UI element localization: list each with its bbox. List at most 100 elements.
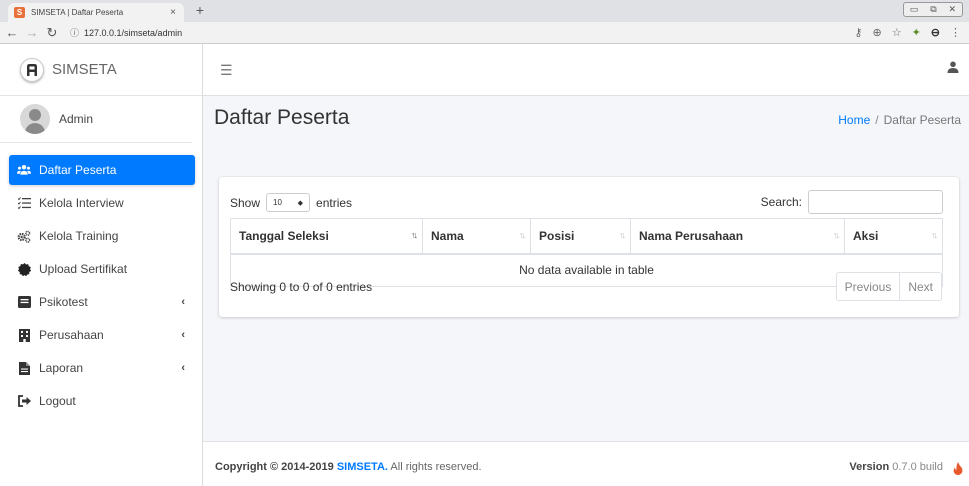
sort-icon: ↑↓ [931, 230, 938, 240]
search-label: Search: [760, 195, 802, 209]
users-icon [17, 163, 31, 177]
reload-icon[interactable]: ↻ [44, 25, 60, 41]
column-header-nama[interactable]: Nama ↑↓ [422, 218, 531, 255]
version-info: Version 0.7.0 build [849, 461, 943, 473]
close-tab-icon[interactable]: × [168, 7, 178, 18]
sidebar-item-label: Daftar Peserta [39, 163, 117, 177]
file-icon [17, 361, 31, 375]
brand-name: SIMSETA [52, 61, 117, 78]
sidebar: SIMSETA Admin Daftar Peserta Kelola Inte… [0, 44, 203, 486]
hamburger-menu-icon[interactable]: ☰ [220, 62, 233, 79]
window-controls[interactable]: ▭ ⧉ ✕ [903, 2, 963, 17]
sidebar-menu: Daftar Peserta Kelola Interview Kelola T… [0, 143, 202, 416]
extension-icon[interactable]: ✦ [912, 26, 921, 39]
sidebar-item-logout[interactable]: Logout [9, 386, 195, 416]
breadcrumb-home-link[interactable]: Home [838, 113, 870, 127]
top-navbar: ☰ [203, 44, 969, 96]
building-icon [17, 328, 31, 342]
browser-tab[interactable]: S SIMSETA | Daftar Peserta × [8, 3, 184, 22]
chevron-left-icon: ‹ [181, 362, 185, 374]
favicon-icon: S [14, 7, 25, 18]
user-menu-icon[interactable] [947, 61, 959, 76]
version-value: 0.7.0 build [889, 461, 943, 473]
page-title: Daftar Peserta [214, 106, 350, 129]
sidebar-item-laporan[interactable]: Laporan ‹ [9, 353, 195, 383]
footer: Copyright © 2014-2019 SIMSETA. All right… [203, 441, 969, 486]
user-name: Admin [59, 112, 94, 126]
browser-tabbar: S SIMSETA | Daftar Peserta × + ▭ ⧉ ✕ [0, 0, 969, 22]
brand-link[interactable]: SIMSETA [0, 44, 202, 96]
table-search: Search: [761, 190, 943, 214]
close-window-icon[interactable]: ✕ [949, 4, 957, 15]
copyright: Copyright © 2014-2019 SIMSETA. All right… [215, 461, 482, 473]
column-label: Posisi [539, 228, 575, 243]
breadcrumb-separator: / [875, 113, 879, 127]
sidebar-item-label: Kelola Training [39, 229, 119, 243]
search-input[interactable] [808, 190, 943, 214]
info-icon[interactable]: ⓘ [70, 28, 79, 38]
sort-icon: ↑↓ [519, 230, 526, 240]
restore-icon[interactable]: ⧉ [930, 4, 936, 15]
sidebar-item-daftar-peserta[interactable]: Daftar Peserta [9, 155, 195, 185]
avatar [20, 104, 50, 134]
chevron-left-icon: ‹ [181, 296, 185, 308]
cogs-icon [17, 229, 31, 243]
sign-out-icon [17, 394, 31, 408]
sidebar-item-label: Psikotest [39, 295, 88, 309]
column-label: Tanggal Seleksi [239, 228, 329, 243]
sidebar-item-upload-sertifikat[interactable]: Upload Sertifikat [9, 254, 195, 284]
content-header: Daftar Peserta Home / Daftar Peserta [203, 96, 969, 143]
sidebar-item-label: Laporan [39, 361, 84, 375]
sidebar-item-psikotest[interactable]: Psikotest ‹ [9, 287, 195, 317]
breadcrumb-current: Daftar Peserta [883, 113, 961, 127]
next-button[interactable]: Next [900, 272, 942, 301]
menu-dots-icon[interactable]: ⋮ [950, 26, 961, 39]
column-header-aksi[interactable]: Aksi ↑↓ [844, 218, 943, 255]
sort-asc-icon: ↑↓ [411, 230, 418, 240]
breadcrumb: Home / Daftar Peserta [838, 113, 961, 127]
column-label: Aksi [853, 228, 879, 243]
entries-select[interactable]: 10 ◆ [266, 193, 311, 212]
main-content: ☰ Daftar Peserta Home / Daftar Peserta Sho… [203, 44, 969, 486]
new-tab-icon[interactable]: + [194, 2, 206, 18]
forward-icon[interactable]: → [24, 25, 40, 40]
footer-brand-link[interactable]: SIMSETA. [337, 461, 388, 473]
sidebar-item-label: Upload Sertifikat [39, 262, 128, 276]
sort-icon: ↑↓ [833, 230, 840, 240]
star-icon[interactable]: ☆ [892, 26, 902, 39]
show-label: Show [230, 195, 261, 210]
sidebar-item-perusahaan[interactable]: Perusahaan ‹ [9, 320, 195, 350]
flame-icon [953, 462, 963, 478]
user-panel[interactable]: Admin [0, 96, 192, 143]
copyright-suffix: All rights reserved. [387, 461, 482, 473]
sidebar-item-kelola-training[interactable]: Kelola Training [9, 221, 195, 251]
version-label: Version [849, 461, 890, 473]
profile-icon[interactable]: ⊖ [931, 26, 940, 39]
column-header-tanggal-seleksi[interactable]: Tanggal Seleksi ↑↓ [230, 218, 423, 255]
back-icon[interactable]: ← [4, 25, 20, 40]
previous-button[interactable]: Previous [835, 272, 901, 301]
address-bar[interactable]: ⓘ 127.0.0.1/simseta/admin [70, 26, 182, 39]
sidebar-item-label: Perusahaan [39, 328, 104, 342]
select-arrows-icon: ◆ [297, 199, 304, 207]
copyright-prefix: Copyright © 2014-2019 [215, 461, 337, 473]
column-header-posisi[interactable]: Posisi ↑↓ [530, 218, 631, 255]
entries-label: entries [316, 195, 353, 210]
psikotest-icon [17, 295, 31, 309]
sidebar-item-label: Kelola Interview [39, 196, 124, 210]
entries-value: 10 [273, 198, 282, 207]
column-label: Nama Perusahaan [639, 228, 744, 243]
sidebar-item-kelola-interview[interactable]: Kelola Interview [9, 188, 195, 218]
brand-logo-icon [20, 57, 44, 82]
sort-icon: ↑↓ [619, 230, 626, 240]
column-header-nama-perusahaan[interactable]: Nama Perusahaan ↑↓ [630, 218, 845, 255]
list-check-icon [17, 196, 31, 210]
minimize-icon[interactable]: ▭ [910, 4, 919, 15]
browser-tab-title: SIMSETA | Daftar Peserta [31, 8, 124, 17]
sidebar-item-label: Logout [39, 394, 76, 408]
key-icon[interactable]: ⚷ [854, 26, 862, 39]
chevron-left-icon: ‹ [181, 329, 185, 341]
zoom-icon[interactable]: ⊕ [872, 26, 881, 39]
certificate-icon [17, 262, 31, 276]
browser-actions: ⚷ ⊕ ☆ ✦ ⊖ ⋮ [854, 26, 961, 39]
